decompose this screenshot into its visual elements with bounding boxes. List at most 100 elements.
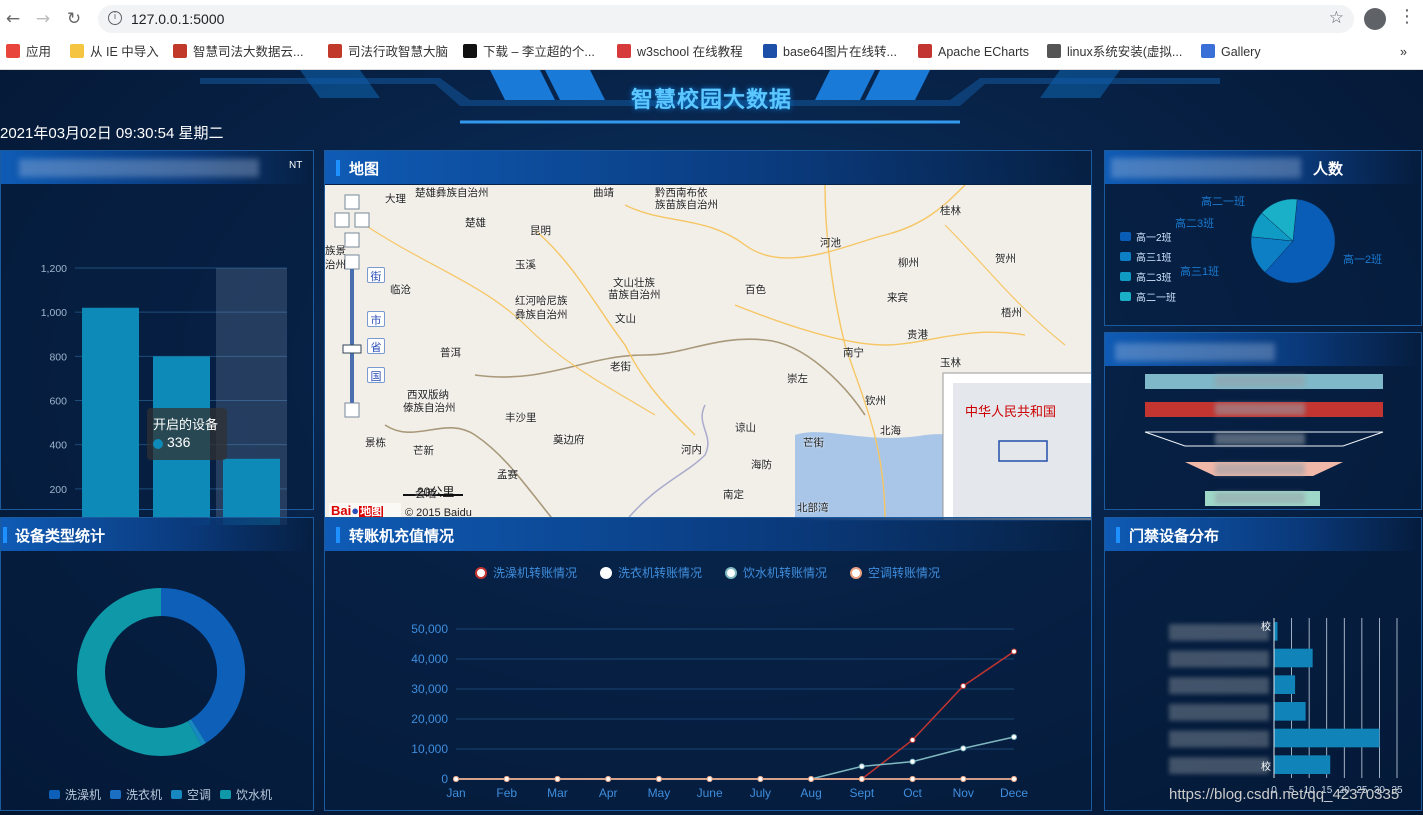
bookmark-item[interactable]: linux系统安装(虚拟... [1047, 43, 1182, 61]
dashboard: 智慧校园大数据 2021年03月02日 09:30:54 星期二 NT 1,20… [0, 70, 1423, 815]
y-tick-label: 40,000 [411, 652, 448, 666]
bookmark-label: w3school 在线教程 [637, 45, 743, 59]
tooltip-title: 开启的设备 [153, 417, 219, 432]
y-tick-label: 10,000 [411, 742, 448, 756]
data-point [503, 776, 510, 782]
legend-label: 空调 [187, 788, 212, 802]
bookmark-favicon-icon [173, 44, 187, 58]
data-point [909, 758, 916, 765]
map-place-label: 苗族自治州 [608, 289, 661, 301]
map-place-label: 北部湾 [797, 502, 829, 514]
datetime-display: 2021年03月02日 09:30:54 星期二 [0, 125, 224, 142]
map-place-label: 芒街 [803, 437, 824, 449]
bookmarks-bar: 应用 从 IE 中导入 智慧司法大数据云... 司法行政智慧大脑 下载 – 李立超的个.… [0, 39, 1423, 65]
redacted-label [1215, 492, 1305, 504]
map-place-label: 玉林 [940, 357, 961, 369]
bookmark-item[interactable]: 下载 – 李立超的个... [463, 43, 595, 61]
bookmark-favicon-icon [70, 44, 84, 58]
series-line [456, 650, 1015, 780]
map-inset-label: 中华人民共和国 [965, 404, 1057, 419]
data-point [960, 683, 967, 689]
panel-funnel [1104, 332, 1422, 510]
map-zoom-level-label[interactable]: 省 [367, 338, 385, 354]
map-place-label: 海防 [751, 459, 772, 471]
bookmark-label: Gallery [1221, 45, 1261, 59]
panel-title-tail: 人数 [1313, 161, 1344, 178]
x-tick-label: Nov [953, 786, 974, 800]
x-tick-label: July [750, 786, 771, 800]
info-icon[interactable]: i [108, 11, 122, 25]
panel-title: 地图 [349, 161, 380, 178]
bar [1274, 702, 1306, 721]
url-text[interactable]: 127.0.0.1:5000 [131, 11, 224, 27]
y-tick-label: 0 [441, 772, 448, 786]
map-place-label: 桂林 [940, 205, 961, 217]
panel-title: 门禁设备分布 [1129, 528, 1220, 545]
legend-swatch [220, 790, 231, 799]
bookmark-item[interactable]: Gallery [1201, 43, 1261, 61]
page-title: 智慧校园大数据 [630, 87, 792, 112]
forward-arrow-icon[interactable]: → [32, 8, 54, 30]
bookmarks-more-icon[interactable]: » [1400, 43, 1407, 61]
legend-swatch [171, 790, 182, 799]
data-point [605, 776, 612, 782]
data-point [858, 776, 865, 782]
bar [1274, 728, 1380, 748]
map-place-label: 百色 [745, 284, 766, 296]
x-tick-label: May [648, 786, 671, 800]
navigation-bar: ← → ↻ i 127.0.0.1:5000 ☆ ⋮ [0, 0, 1423, 38]
x-tick-label: Aug [800, 786, 821, 800]
panel-map: 地图 楚雄彝族自治州 大理 楚雄 昆明 曲靖 黔西南布依 族苗族自治州 桂林 河… [324, 150, 1092, 521]
map-place-label: 曲靖 [593, 187, 614, 199]
series-line [456, 736, 1015, 780]
bookmark-favicon-icon [6, 44, 20, 58]
redacted-label [1169, 757, 1269, 774]
bookmark-star-icon[interactable]: ☆ [1329, 8, 1344, 28]
x-tick-label: Sept [849, 786, 874, 800]
y-tick-label: 400 [49, 440, 67, 452]
bookmark-label: 下载 – 李立超的个... [483, 45, 595, 59]
baidu-map[interactable]: 楚雄彝族自治州 大理 楚雄 昆明 曲靖 黔西南布依 族苗族自治州 桂林 河池 玉溪 柳州 贺州 临沧 文山… [325, 185, 1091, 520]
bookmark-item[interactable]: 智慧司法大数据云... [173, 43, 303, 61]
bookmark-item[interactable]: 应用 [6, 43, 51, 61]
map-place-label: 普洱 [440, 347, 461, 359]
bar [1274, 755, 1331, 774]
panel-title-tail: NT [289, 160, 303, 171]
redacted-title [19, 159, 259, 177]
bookmark-item[interactable]: 司法行政智慧大脑 [328, 43, 448, 61]
bookmark-label: base64图片在线转... [783, 45, 897, 59]
map-zoom-level-label[interactable]: 国 [367, 367, 385, 383]
bookmark-item[interactable]: w3school 在线教程 [617, 43, 743, 61]
bookmark-item[interactable]: Apache ECharts [918, 43, 1029, 61]
reload-icon[interactable]: ↻ [63, 8, 85, 30]
redacted-label [1169, 704, 1269, 721]
bookmark-item[interactable]: base64图片在线转... [763, 43, 897, 61]
profile-avatar-icon[interactable] [1364, 8, 1386, 30]
redacted-label [1169, 677, 1269, 694]
data-point [1011, 648, 1017, 655]
map-zoom-level-label[interactable]: 市 [367, 311, 385, 327]
map-place-label: 大理 [385, 193, 406, 205]
bookmark-label: 智慧司法大数据云... [193, 45, 304, 59]
pie-label: 高二3班 [1175, 216, 1214, 230]
browser-menu-icon[interactable]: ⋮ [1398, 6, 1416, 27]
bookmark-favicon-icon [763, 44, 777, 58]
bookmark-label: 应用 [26, 45, 52, 59]
browser-chrome: ← → ↻ i 127.0.0.1:5000 ☆ ⋮ 应用 从 IE 中导入 智慧司… [0, 0, 1423, 70]
bar [223, 458, 280, 525]
address-bar[interactable]: i 127.0.0.1:5000 ☆ [98, 5, 1354, 33]
panel-access: 门禁设备分布 0 5 10 15 20 25 30 35 校校 [1104, 517, 1422, 811]
chart-tooltip: 开启的设备 336 [147, 408, 227, 460]
map-place-label: 玉溪 [515, 259, 536, 271]
y-tick-label: 30,000 [411, 682, 448, 696]
bookmark-item[interactable]: 从 IE 中导入 [70, 43, 159, 61]
back-arrow-icon[interactable]: ← [2, 8, 24, 30]
map-place-label: 谅山 [735, 422, 756, 434]
map-zoom-level-label[interactable]: 街 [367, 267, 385, 283]
legend-item: 饮水机 [220, 786, 272, 803]
bookmark-label: linux系统安装(虚拟... [1067, 45, 1183, 59]
device-types-donut-chart [77, 588, 245, 756]
legend-label: 洗衣机 [126, 788, 163, 802]
map-place-label: 崇左 [787, 373, 808, 385]
bookmark-favicon-icon [328, 44, 342, 58]
